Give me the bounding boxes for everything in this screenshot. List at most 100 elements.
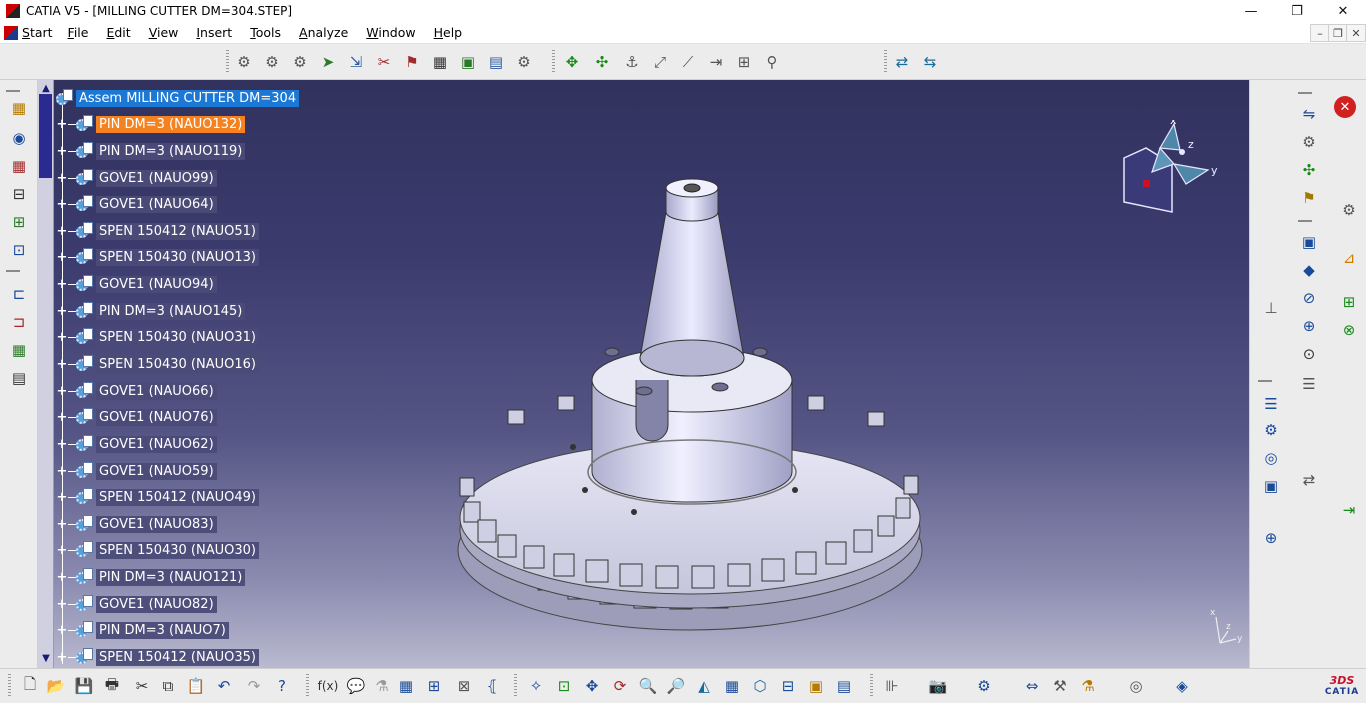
multi-instantiation-icon[interactable]: ⚙: [512, 50, 536, 74]
tree-item-label[interactable]: GOVE1 (NAUO62): [96, 435, 217, 453]
tree-item[interactable]: + GOVE1 (NAUO59): [56, 460, 217, 482]
tree-item-label[interactable]: GOVE1 (NAUO64): [96, 195, 217, 213]
tree-item[interactable]: + GOVE1 (NAUO66): [56, 380, 217, 402]
expand-icon[interactable]: +: [56, 650, 68, 665]
tools-palette-icon[interactable]: ⇄: [890, 50, 914, 74]
doc-restore-button[interactable]: ❐: [1328, 24, 1348, 42]
annotation-icon[interactable]: ⇥: [1336, 498, 1362, 522]
tree-item-label[interactable]: SPEN 150412 (NAUO49): [96, 488, 259, 506]
measure-item-icon[interactable]: ⚒: [1048, 674, 1072, 698]
tree-item-label[interactable]: SPEN 150430 (NAUO13): [96, 248, 259, 266]
tree-item[interactable]: + SPEN 150430 (NAUO30): [56, 539, 259, 561]
hide-show-icon[interactable]: ▣: [804, 674, 828, 698]
measure-between-icon[interactable]: ⇔: [1020, 674, 1044, 698]
distance-analysis-icon[interactable]: ⊘: [1296, 286, 1322, 310]
menu-tools[interactable]: Tools: [241, 25, 290, 40]
expand-icon[interactable]: +: [56, 623, 68, 638]
toolbar-grip[interactable]: [306, 674, 309, 698]
fly-mode-icon[interactable]: ✧: [524, 674, 548, 698]
tree-item-label[interactable]: PIN DM=3 (NAUO119): [96, 142, 246, 160]
tree-item[interactable]: + PIN DM=3 (NAUO119): [56, 140, 246, 162]
tree-item[interactable]: + GOVE1 (NAUO62): [56, 433, 217, 455]
expand-icon[interactable]: +: [56, 517, 68, 532]
offset-constraint-icon[interactable]: ⊞: [732, 50, 756, 74]
tree-item[interactable]: + GOVE1 (NAUO76): [56, 406, 217, 428]
expand-icon[interactable]: +: [56, 277, 68, 292]
doc-close-button[interactable]: ✕: [1346, 24, 1366, 42]
manipulation-icon[interactable]: ✥: [560, 50, 584, 74]
measure-inertia-icon[interactable]: ⚗: [1076, 674, 1100, 698]
explode-icon[interactable]: ⤢: [648, 50, 672, 74]
tree-item[interactable]: + PIN DM=3 (NAUO7): [56, 619, 229, 641]
selective-load-icon[interactable]: ▣: [456, 50, 480, 74]
tree-structure-icon[interactable]: ⊡: [6, 238, 32, 262]
expand-icon[interactable]: +: [56, 437, 68, 452]
bom-view-icon[interactable]: ⊕: [1258, 526, 1284, 550]
existing-component-icon[interactable]: ➤: [316, 50, 340, 74]
expand-icon[interactable]: +: [56, 330, 68, 345]
tree-item-label[interactable]: SPEN 150430 (NAUO31): [96, 328, 259, 346]
menu-edit[interactable]: Edit: [97, 25, 139, 40]
close-button[interactable]: ✕: [1320, 0, 1366, 22]
sphere-icon[interactable]: ◉: [6, 126, 32, 150]
undo-icon[interactable]: ↶: [212, 674, 236, 698]
lock-icon[interactable]: ⊠: [452, 674, 476, 698]
capture-camera-icon[interactable]: 📷: [926, 674, 950, 698]
menu-insert[interactable]: Insert: [187, 25, 241, 40]
tree-collapse-icon[interactable]: ⊞: [6, 210, 32, 234]
tree-item-label[interactable]: SPEN 150412 (NAUO35): [96, 648, 259, 666]
lighting-icon[interactable]: ◎: [1124, 674, 1148, 698]
3d-viewport[interactable]: ▲ ▼ Assem MILLING CUTTER DM=304 + PIN DM…: [38, 80, 1249, 668]
toolbar-grip[interactable]: [8, 674, 11, 698]
coincidence-constraint-icon[interactable]: ⟋: [676, 50, 700, 74]
tree-root-node[interactable]: Assem MILLING CUTTER DM=304: [56, 87, 300, 109]
tree-item-label[interactable]: SPEN 150430 (NAUO30): [96, 541, 259, 559]
paste-icon[interactable]: 📋: [184, 674, 208, 698]
toolbar-grip[interactable]: [514, 674, 517, 698]
copy-icon[interactable]: ⧉: [156, 674, 180, 698]
expand-icon[interactable]: +: [56, 304, 68, 319]
swap-visible-icon[interactable]: ▤: [832, 674, 856, 698]
menu-start[interactable]: Start: [0, 23, 59, 43]
positioning-icon[interactable]: ⇲: [344, 50, 368, 74]
doc-minimize-button[interactable]: –: [1310, 24, 1330, 42]
save-icon[interactable]: 💾: [72, 674, 96, 698]
tree-item-label[interactable]: GOVE1 (NAUO76): [96, 408, 217, 426]
open-folder-icon[interactable]: 📂: [44, 674, 68, 698]
expand-icon[interactable]: +: [56, 410, 68, 425]
contact-constraint-icon[interactable]: ⇥: [704, 50, 728, 74]
space-analysis-icon[interactable]: ⚑: [1296, 186, 1322, 210]
sectioning-icon[interactable]: ◆: [1296, 258, 1322, 282]
new-document-icon[interactable]: 🗋: [18, 674, 42, 698]
expand-icon[interactable]: +: [56, 490, 68, 505]
rule-icon[interactable]: ⚗: [370, 674, 394, 698]
expand-icon[interactable]: +: [56, 117, 68, 132]
paperclip-icon[interactable]: ☰: [1296, 372, 1322, 396]
tree-item[interactable]: + PIN DM=3 (NAUO145): [56, 300, 246, 322]
material-icon[interactable]: ◈: [1170, 674, 1194, 698]
comment-icon[interactable]: 💬: [344, 674, 368, 698]
plane-icon[interactable]: ⊕: [1296, 314, 1322, 338]
tree-item[interactable]: + PIN DM=3 (NAUO132): [56, 113, 246, 135]
tree-product-icon[interactable]: ▦: [6, 154, 32, 178]
scene-icon[interactable]: ⇄: [1296, 468, 1322, 492]
replace-component-icon[interactable]: ✂: [372, 50, 396, 74]
brace-icon[interactable]: ⦃: [480, 674, 504, 698]
product-structure-icon[interactable]: ⊏: [6, 282, 32, 306]
settings-gear-icon[interactable]: ⚙: [1336, 198, 1362, 222]
assembly-features-icon[interactable]: ⚙: [1296, 130, 1322, 154]
menu-analyze[interactable]: Analyze: [290, 25, 357, 40]
tree-item[interactable]: + GOVE1 (NAUO82): [56, 593, 217, 615]
tree-item-label[interactable]: GOVE1 (NAUO94): [96, 275, 217, 293]
pan-icon[interactable]: ✥: [580, 674, 604, 698]
toolbar-grip[interactable]: [226, 50, 229, 74]
formula-icon[interactable]: ▣: [1258, 474, 1284, 498]
whats-this-icon[interactable]: ?: [270, 674, 294, 698]
anchor-icon[interactable]: ⊙: [1296, 342, 1322, 366]
spec-overview-icon[interactable]: ⊪: [880, 674, 904, 698]
table-icon[interactable]: ▦: [394, 674, 418, 698]
tree-item[interactable]: + GOVE1 (NAUO94): [56, 273, 217, 295]
product-gear-icon[interactable]: ⚙: [232, 50, 256, 74]
angle-constraint-icon[interactable]: ⚲: [760, 50, 784, 74]
tree-item-label[interactable]: PIN DM=3 (NAUO7): [96, 621, 229, 639]
